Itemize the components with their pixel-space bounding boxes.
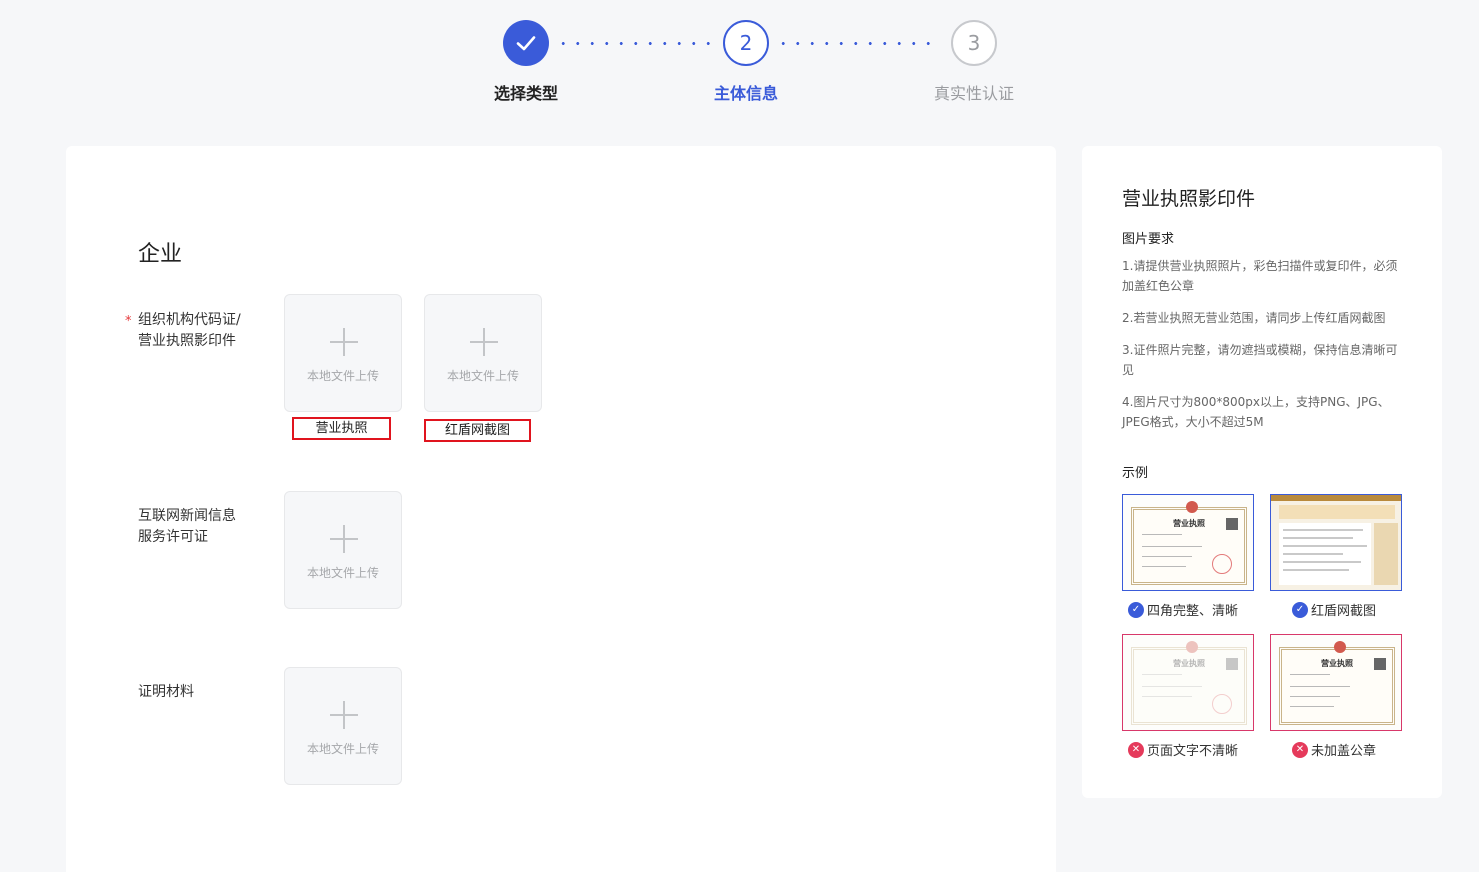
step-2-number: 2	[739, 31, 753, 55]
example-caption-text: 四角完整、清晰	[1147, 604, 1239, 619]
examples-title: 示例	[1122, 466, 1149, 481]
field-label-line: 服务许可证	[138, 529, 208, 545]
section-title: 企业	[138, 242, 183, 267]
step-3-label: 真实性认证	[933, 84, 1014, 103]
step-2-label: 主体信息	[713, 84, 778, 103]
qr-code-icon	[1226, 518, 1238, 530]
upload-red-shield-screenshot[interactable]: 本地文件上传	[424, 294, 542, 412]
example-caption: ✓ 红盾网截图	[1292, 600, 1376, 619]
panel-title: 营业执照影印件	[1122, 188, 1256, 210]
step-connector-1	[556, 42, 718, 45]
upload-news-license[interactable]: 本地文件上传	[284, 491, 402, 609]
field-label-proof-materials: 证明材料	[138, 682, 194, 703]
plus-icon	[470, 328, 498, 356]
requirements-panel: 营业执照影印件 图片要求 1.请提供营业执照照片，彩色扫描件或复印件，必须加盖红…	[1082, 146, 1442, 798]
step-1-check-icon	[503, 20, 549, 66]
requirement-item: 2.若营业执照无营业范围，请同步上传红盾网截图	[1122, 311, 1386, 325]
emblem-icon	[1186, 501, 1198, 513]
upload-text: 本地文件上传	[306, 566, 379, 580]
example-image-no-stamp: 营业执照	[1270, 634, 1402, 731]
requirement-item: 4.图片尺寸为800*800px以上，支持PNG、JPG、JPEG格式，大小不超…	[1122, 395, 1390, 429]
field-label-news-license: 互联网新闻信息 服务许可证	[138, 506, 236, 548]
cross-badge-icon: ✕	[1292, 741, 1308, 758]
stamp-icon	[1212, 554, 1232, 574]
plus-icon	[330, 701, 358, 729]
step-connector-2	[776, 42, 938, 45]
step-3-number: 3	[967, 31, 981, 55]
field-label-line: 组织机构代码证/	[138, 312, 241, 328]
step-2-circle: 2	[723, 20, 769, 66]
upload-business-license[interactable]: 本地文件上传	[284, 294, 402, 412]
example-image-blurry-text: 营业执照	[1122, 634, 1254, 731]
caption-business-license: 营业执照	[292, 417, 391, 440]
field-label-org-code: * 组织机构代码证/ 营业执照影印件	[125, 310, 241, 352]
progress-stepper: 2 3 选择类型 主体信息 真实性认证	[0, 0, 1479, 130]
example-image-complete-clear: 营业执照	[1122, 494, 1254, 591]
upload-proof-materials[interactable]: 本地文件上传	[284, 667, 402, 785]
cross-badge-icon: ✕	[1128, 741, 1144, 758]
upload-text: 本地文件上传	[306, 369, 379, 383]
example-caption: ✕ 页面文字不清晰	[1128, 740, 1238, 759]
plus-icon	[330, 328, 358, 356]
requirement-item: 1.请提供营业执照照片，彩色扫描件或复印件，必须加盖红色公章	[1122, 259, 1398, 293]
field-label-line: 互联网新闻信息	[138, 508, 236, 524]
upload-text: 本地文件上传	[306, 742, 379, 756]
requirements-title: 图片要求	[1122, 232, 1175, 247]
plus-icon	[330, 525, 358, 553]
field-label-line: 证明材料	[138, 684, 194, 700]
example-caption: ✕ 未加盖公章	[1292, 740, 1376, 759]
example-caption: ✓ 四角完整、清晰	[1128, 600, 1238, 619]
example-caption-text: 红盾网截图	[1311, 604, 1377, 619]
required-marker: *	[125, 314, 132, 329]
upload-text: 本地文件上传	[446, 369, 519, 383]
caption-red-shield-screenshot: 红盾网截图	[424, 419, 531, 442]
main-form-card: 企业 * 组织机构代码证/ 营业执照影印件 本地文件上传 本地文件上传 营业执照…	[66, 146, 1056, 872]
field-label-line: 营业执照影印件	[138, 333, 236, 349]
example-caption-text: 未加盖公章	[1311, 744, 1377, 759]
example-caption-text: 页面文字不清晰	[1147, 744, 1239, 759]
example-image-red-shield	[1270, 494, 1402, 591]
step-1-label: 选择类型	[493, 84, 558, 103]
check-badge-icon: ✓	[1128, 601, 1144, 618]
check-badge-icon: ✓	[1292, 601, 1308, 618]
requirement-item: 3.证件照片完整，请勿遮挡或模糊，保持信息清晰可见	[1122, 343, 1398, 377]
step-3-circle: 3	[951, 20, 997, 66]
